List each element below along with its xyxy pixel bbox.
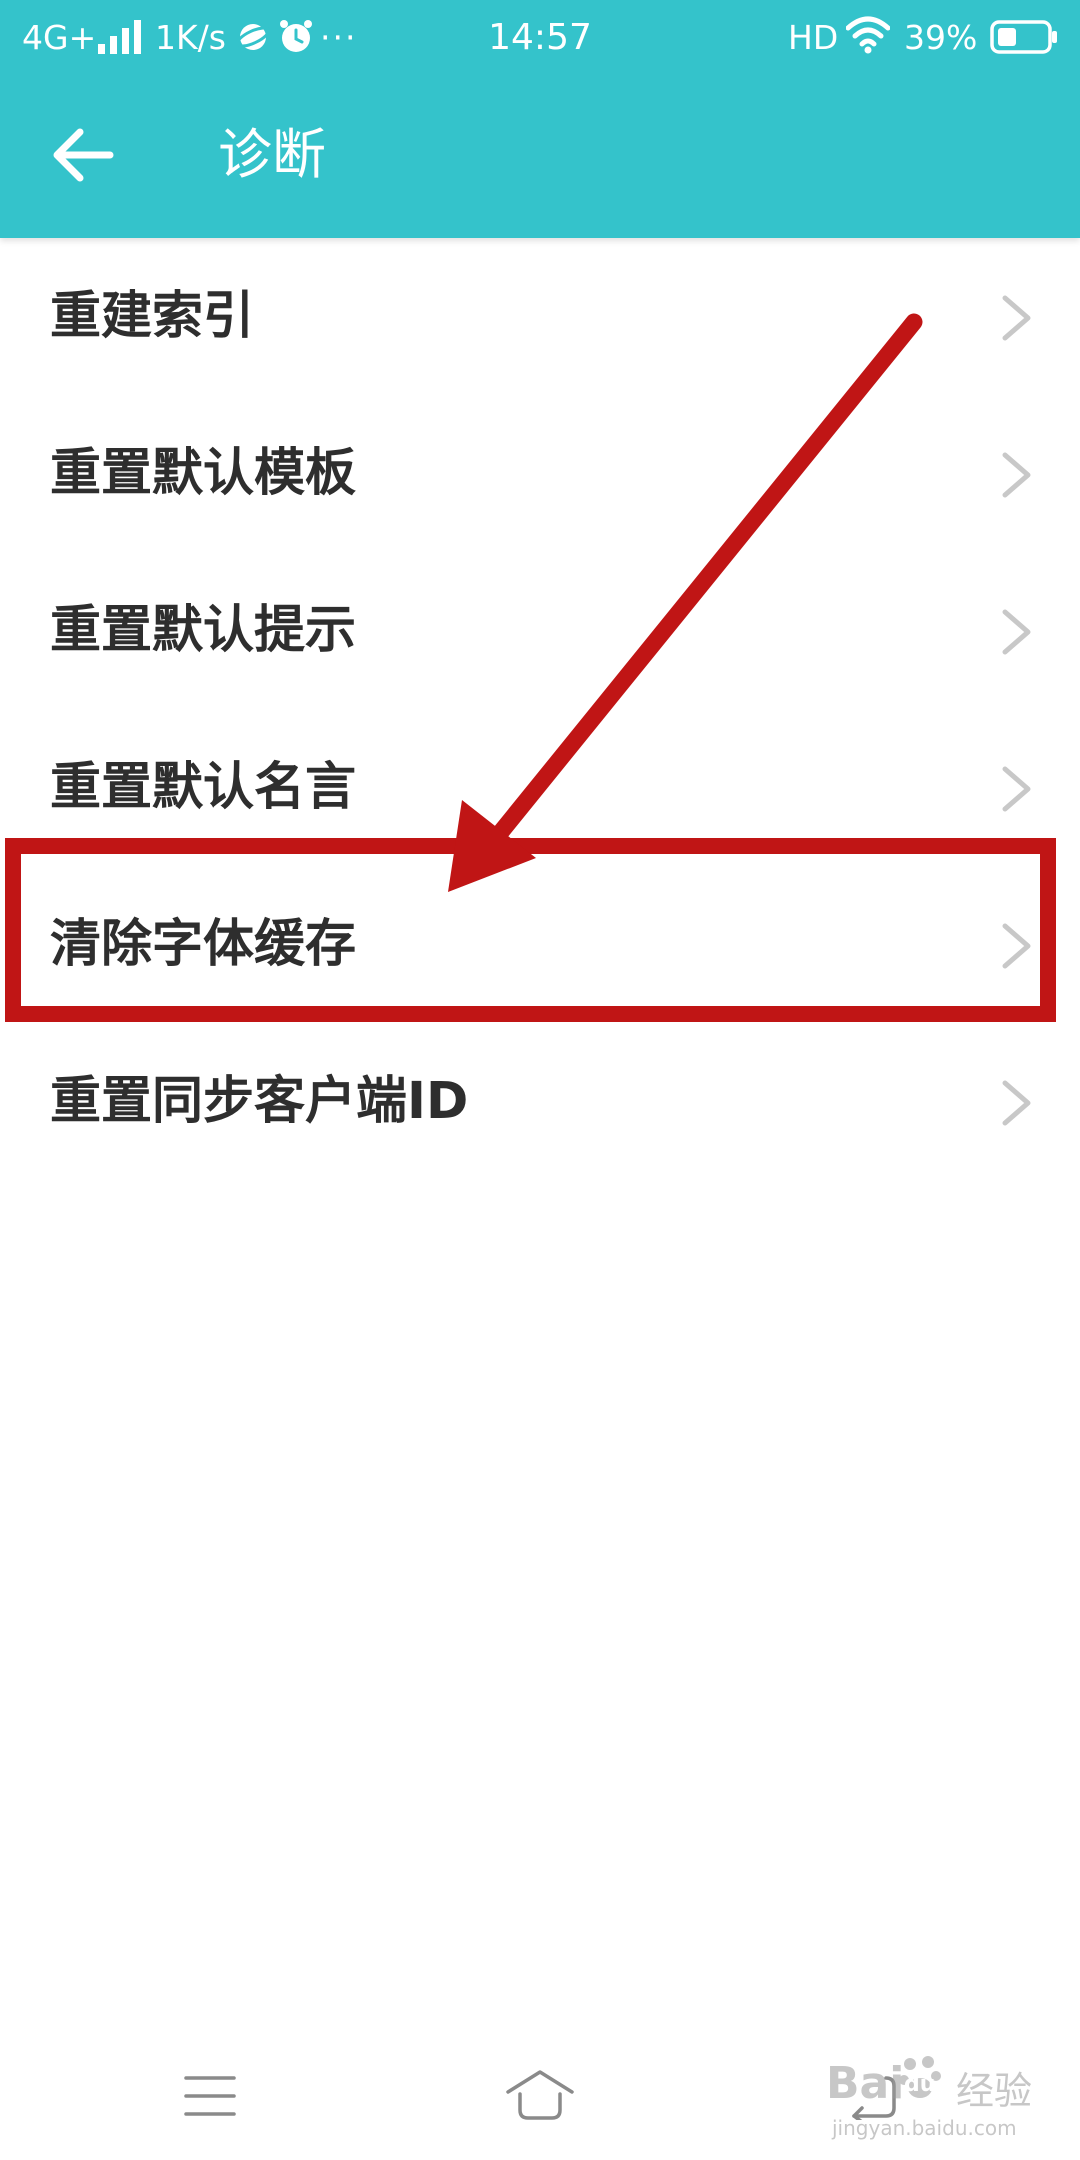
menu-icon[interactable] — [184, 2074, 236, 2118]
watermark-label: 经验 — [956, 2069, 1033, 2113]
watermark-url: jingyan.baidu.com — [832, 2116, 1017, 2140]
baidu-jingyan-watermark: Bai du 经验 jingyan.baidu.com — [826, 2050, 1066, 2150]
watermark-du: du — [904, 2072, 936, 2097]
home-icon[interactable] — [504, 2068, 576, 2122]
annotation-arrow-icon — [448, 313, 923, 892]
watermark-brand: Bai — [826, 2058, 905, 2109]
